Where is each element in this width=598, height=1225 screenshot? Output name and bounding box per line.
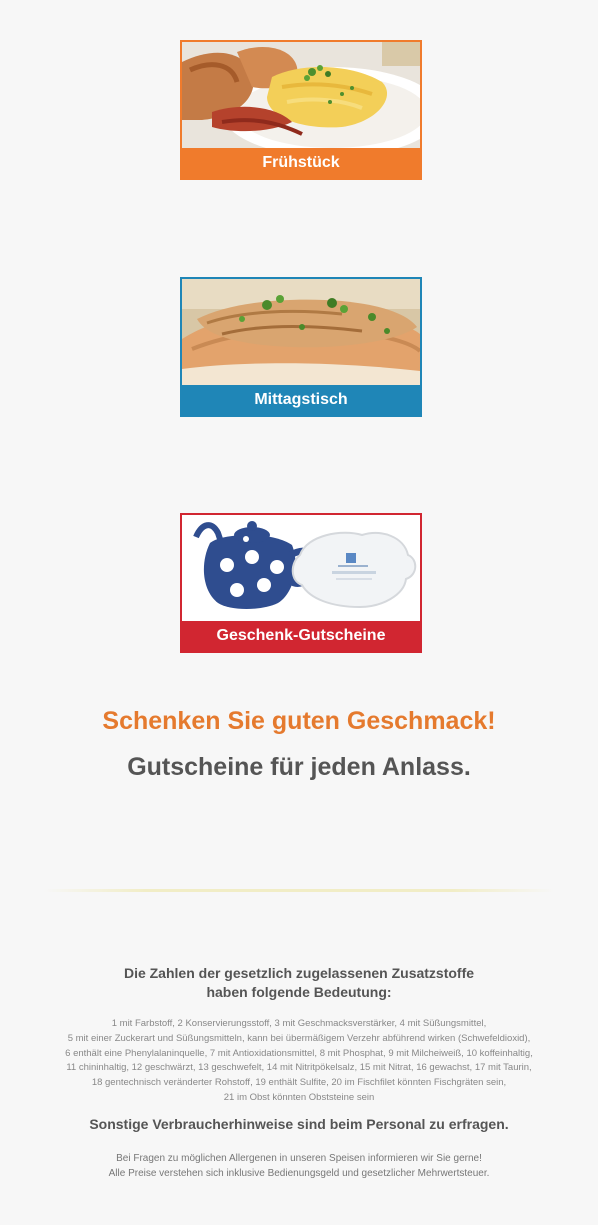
- tile-fruehstueck[interactable]: Frühstück: [180, 40, 422, 180]
- additives-line: 18 gentechnisch veränderter Rohstoff, 19…: [91, 1077, 507, 1089]
- voucher-teapot-image: [182, 515, 420, 621]
- tile-mittagstisch[interactable]: Mittagstisch: [180, 277, 422, 417]
- promo-subline: Gutscheine für jeden Anlass.: [127, 753, 471, 781]
- additives-title-line-1: Die Zahlen der gesetzlich zugelassenen Z…: [123, 965, 475, 981]
- additives-list: 1 mit Farbstoff, 2 Konservierungsstoff, …: [50, 1017, 548, 1106]
- breakfast-image: [182, 42, 420, 148]
- tile-label: Geschenk-Gutscheine: [182, 621, 420, 651]
- additives-line: 21 im Obst könnten Obststeine sein: [223, 1091, 375, 1103]
- tile-geschenk-gutscheine[interactable]: Geschenk-Gutscheine: [180, 513, 422, 653]
- consumer-note: Sonstige Verbraucherhinweise sind beim P…: [89, 1116, 509, 1132]
- additives-title: Die Zahlen der gesetzlich zugelassenen Z…: [0, 964, 598, 1002]
- footer-allergen-note: Bei Fragen zu möglichen Allergenen in un…: [116, 1153, 482, 1164]
- tile-label: Frühstück: [182, 148, 420, 178]
- footer: Bei Fragen zu möglichen Allergenen in un…: [0, 1151, 598, 1181]
- promo-headline: Schenken Sie guten Geschmack!: [102, 707, 496, 735]
- additives-line: 1 mit Farbstoff, 2 Konservierungsstoff, …: [111, 1018, 487, 1029]
- additives-line: 5 mit einer Zuckerart und Süßungsmitteln…: [67, 1032, 531, 1044]
- footer-price-note: Alle Preise verstehen sich inklusive Bed…: [108, 1168, 490, 1179]
- divider: [44, 889, 554, 892]
- additives-line: 11 chininhaltig, 12 geschwärzt, 13 gesch…: [66, 1062, 532, 1074]
- tile-label: Mittagstisch: [182, 385, 420, 415]
- additives-title-line-2: haben folgende Bedeutung:: [206, 984, 392, 1000]
- lunch-image: [182, 279, 420, 385]
- additives-line: 6 enthält eine Phenylalaninquelle, 7 mit…: [65, 1047, 533, 1059]
